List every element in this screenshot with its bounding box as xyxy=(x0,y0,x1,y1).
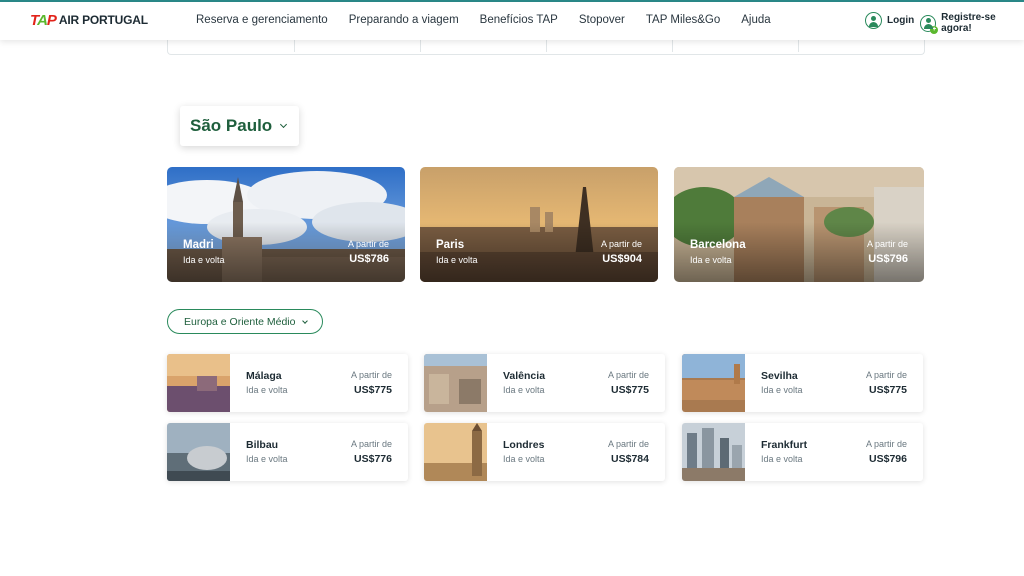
destination-from-label: A partir de xyxy=(865,439,907,449)
londres-thumbnail xyxy=(424,423,487,481)
destination-from-label: A partir de xyxy=(607,439,649,449)
destination-card-sevilha[interactable]: Sevilha Ida e volta A partir de US$775 xyxy=(682,354,923,412)
destination-trip-type: Ida e volta xyxy=(246,454,288,464)
destination-from-label: A partir de xyxy=(607,370,649,380)
register-label: Registre-se agora! xyxy=(941,12,996,34)
card-shade xyxy=(674,222,924,282)
login-button[interactable]: Login xyxy=(865,12,914,29)
featured-price: US$796 xyxy=(868,253,908,265)
tap-logo[interactable]: TAP AIR PORTUGAL xyxy=(30,11,148,29)
featured-from-label: A partir de xyxy=(347,239,389,249)
chevron-down-icon xyxy=(302,317,309,324)
login-label: Login xyxy=(887,15,915,26)
tap-logo-mark: TAP xyxy=(30,11,57,29)
sevilha-thumbnail xyxy=(682,354,745,412)
destination-price: US$784 xyxy=(611,453,649,465)
featured-card-paris[interactable]: Paris Ida e volta A partir de US$904 xyxy=(420,167,658,282)
card-shade xyxy=(167,222,405,282)
nav-preparando[interactable]: Preparando a viagem xyxy=(349,14,459,26)
destination-trip-type: Ida e volta xyxy=(503,385,545,395)
region-label: Europa e Oriente Médio xyxy=(184,315,296,328)
featured-trip-type: Ida e volta xyxy=(690,255,732,265)
region-dropdown[interactable]: Europa e Oriente Médio xyxy=(167,309,323,334)
nav-ajuda[interactable]: Ajuda xyxy=(741,14,770,26)
booking-bar-remnant xyxy=(167,40,925,55)
nav-reserva[interactable]: Reserva e gerenciamento xyxy=(196,14,328,26)
destination-card-bilbau[interactable]: Bilbau Ida e volta A partir de US$776 xyxy=(167,423,408,481)
destination-city: Málaga xyxy=(246,370,282,382)
user-icon xyxy=(865,12,882,29)
destination-price: US$796 xyxy=(869,453,907,465)
destination-city: Valência xyxy=(503,370,546,382)
bilbau-thumbnail xyxy=(167,423,230,481)
site-header: TAP AIR PORTUGAL Reserva e gerenciamento… xyxy=(0,2,1024,40)
featured-trip-type: Ida e volta xyxy=(183,255,225,265)
destination-price: US$775 xyxy=(869,384,907,396)
destination-city: Bilbau xyxy=(246,439,279,451)
destination-card-frankfurt[interactable]: Frankfurt Ida e volta A partir de US$796 xyxy=(682,423,923,481)
valencia-thumbnail xyxy=(424,354,487,412)
brand-name: AIR PORTUGAL xyxy=(58,13,148,27)
featured-from-label: A partir de xyxy=(866,239,908,249)
destination-city: Sevilha xyxy=(761,370,798,382)
register-button[interactable]: + Registre-se agora! xyxy=(920,12,1024,34)
featured-card-barcelona[interactable]: Barcelona Ida e volta A partir de US$796 xyxy=(674,167,924,282)
featured-card-madri[interactable]: Madri Ida e volta A partir de US$786 xyxy=(167,167,405,282)
destination-price: US$775 xyxy=(354,384,392,396)
destination-trip-type: Ida e volta xyxy=(503,454,545,464)
destination-city: Frankfurt xyxy=(761,439,808,451)
nav-stopover[interactable]: Stopover xyxy=(579,14,625,26)
destination-card-valencia[interactable]: Valência Ida e volta A partir de US$775 xyxy=(424,354,665,412)
origin-city-label: São Paulo xyxy=(190,116,273,135)
destination-price: US$775 xyxy=(611,384,649,396)
featured-price: US$904 xyxy=(602,253,642,265)
destination-card-malaga[interactable]: Málaga Ida e volta A partir de US$775 xyxy=(167,354,408,412)
chevron-down-icon xyxy=(280,120,288,129)
malaga-thumbnail xyxy=(167,354,230,412)
destination-trip-type: Ida e volta xyxy=(761,385,803,395)
main-nav: Reserva e gerenciamento Preparando a via… xyxy=(196,14,792,26)
destination-from-label: A partir de xyxy=(350,439,392,449)
frankfurt-thumbnail xyxy=(682,423,745,481)
destination-price: US$776 xyxy=(354,453,392,465)
destination-from-label: A partir de xyxy=(865,370,907,380)
featured-from-label: A partir de xyxy=(600,239,642,249)
destination-from-label: A partir de xyxy=(350,370,392,380)
destination-card-londres[interactable]: Londres Ida e volta A partir de US$784 xyxy=(424,423,665,481)
destination-city: Londres xyxy=(503,439,545,451)
card-shade xyxy=(420,222,658,282)
featured-price: US$786 xyxy=(349,253,389,265)
nav-beneficios[interactable]: Benefícios TAP xyxy=(480,14,558,26)
origin-city-dropdown[interactable]: São Paulo xyxy=(180,106,299,146)
featured-city: Paris xyxy=(436,239,465,251)
destination-trip-type: Ida e volta xyxy=(761,454,803,464)
nav-miles-go[interactable]: TAP Miles&Go xyxy=(646,14,720,26)
user-add-icon: + xyxy=(920,14,939,34)
featured-city: Madri xyxy=(183,239,214,251)
destination-trip-type: Ida e volta xyxy=(246,385,288,395)
featured-trip-type: Ida e volta xyxy=(436,255,478,265)
featured-city: Barcelona xyxy=(690,239,746,251)
